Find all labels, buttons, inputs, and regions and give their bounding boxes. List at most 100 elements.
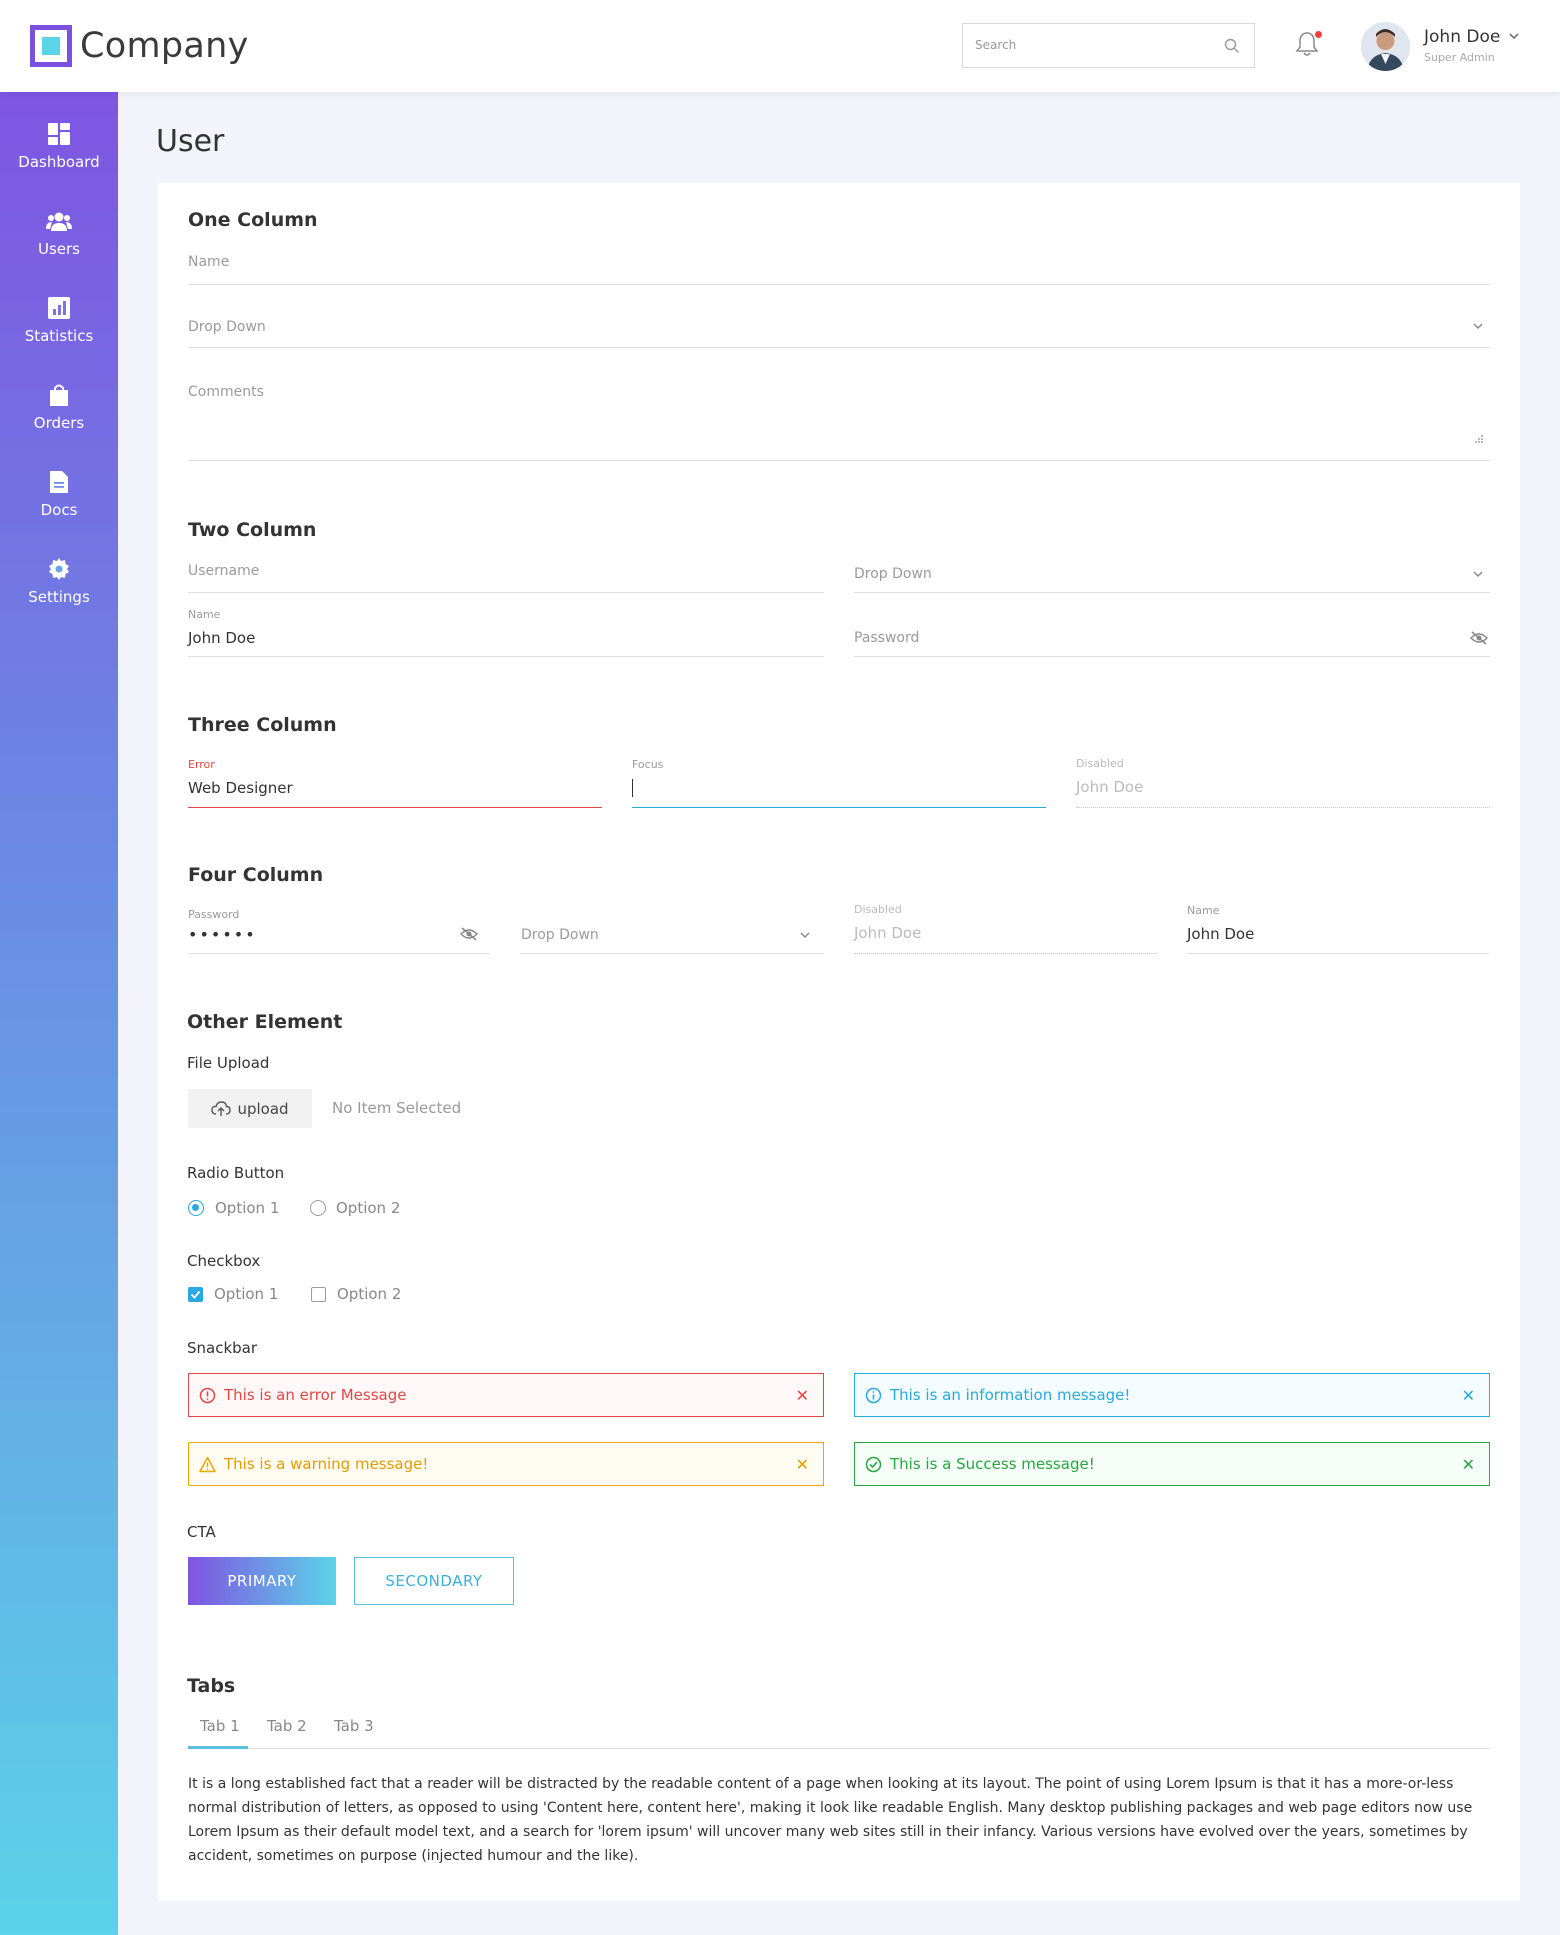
focus-label: Focus [632,758,664,771]
snackbar-info-message: This is an information message! [890,1386,1131,1404]
top-header: Company Search John Doe Super Admin [0,0,1560,92]
error-icon [199,1387,216,1403]
field-underline [188,284,1490,285]
checkbox-option-2[interactable] [311,1287,326,1302]
avatar[interactable] [1361,22,1410,71]
password-value: •••••• [188,925,257,944]
upload-button[interactable]: upload [188,1089,312,1128]
name-placeholder: Name [188,254,230,270]
close-icon[interactable]: ✕ [1462,1455,1475,1474]
secondary-button[interactable]: SECONDARY [354,1557,514,1605]
sidebar-item-label: Dashboard [18,153,100,171]
password-field[interactable]: Password •••••• [188,907,490,954]
user-name[interactable]: John Doe [1424,27,1500,47]
section-title-one-column: One Column [188,209,318,231]
field-underline [188,460,1490,461]
dropdown-placeholder: Drop Down [521,927,599,943]
tab-3[interactable]: Tab 3 [334,1717,374,1735]
sidebar-item-orders[interactable]: Orders [0,363,118,447]
close-icon[interactable]: ✕ [796,1386,809,1405]
close-icon[interactable]: ✕ [1462,1386,1475,1405]
settings-icon [49,558,69,580]
dropdown-field[interactable]: Drop Down [854,561,1490,593]
name-value: John Doe [188,629,256,647]
sidebar: Dashboard Users Statistics Orders Docs S… [0,92,118,1935]
search-icon[interactable] [1224,38,1240,54]
snackbar-success: This is a Success message! ✕ [854,1442,1490,1486]
radio-option-1[interactable] [188,1200,204,1216]
field-underline [188,592,824,593]
radio-option-2-label[interactable]: Option 2 [336,1199,400,1217]
password-field[interactable]: Password [854,626,1490,657]
name-field[interactable]: Name [188,250,1490,285]
disabled-value: John Doe [854,924,922,942]
tab-2[interactable]: Tab 2 [267,1717,307,1735]
sidebar-item-users[interactable]: Users [0,189,118,273]
tab-content: It is a long established fact that a rea… [188,1776,1473,1864]
dropdown-placeholder: Drop Down [188,319,266,335]
field-underline [188,953,490,954]
section-title-tabs: Tabs [187,1675,236,1697]
disabled-label: Disabled [1076,757,1124,770]
field-underline-focus [632,807,1046,808]
field-underline [1187,953,1489,954]
sidebar-item-statistics[interactable]: Statistics [0,276,118,360]
field-underline [521,953,823,954]
section-title-two-column: Two Column [188,519,317,541]
snackbar-error-message: This is an error Message [224,1386,407,1404]
sidebar-item-settings[interactable]: Settings [0,537,118,621]
snackbar-warning-message: This is a warning message! [224,1455,429,1473]
username-field[interactable]: Username [188,561,824,593]
notification-bell-icon[interactable] [1294,30,1322,62]
sidebar-item-dashboard[interactable]: Dashboard [0,102,118,186]
checkbox-label: Checkbox [187,1252,261,1270]
username-placeholder: Username [188,563,260,579]
brand-name: Company [80,26,249,66]
disabled-field: Disabled John Doe [854,903,1156,954]
radio-option-2[interactable] [310,1200,326,1216]
dropdown-field[interactable]: Drop Down [188,315,1490,348]
success-check-icon [865,1456,882,1472]
checkbox-option-2-label[interactable]: Option 2 [337,1285,401,1303]
disabled-value: John Doe [1076,778,1144,796]
snackbar-info: This is an information message! ✕ [854,1373,1490,1417]
search-input[interactable]: Search [962,23,1255,68]
info-icon [865,1387,882,1403]
comments-placeholder: Comments [188,384,264,400]
orders-icon [50,384,68,406]
upload-button-label: upload [237,1099,289,1118]
radio-button-label: Radio Button [187,1164,285,1182]
field-underline-disabled [854,953,1156,954]
field-underline [188,656,824,657]
name-field[interactable]: Name John Doe [1187,904,1489,954]
comments-textarea[interactable]: Comments [188,380,1490,461]
dropdown-field[interactable]: Drop Down [521,925,823,954]
docs-icon [50,471,68,493]
snackbar-warning: This is a warning message! ✕ [188,1442,824,1486]
user-role: Super Admin [1424,51,1495,64]
name-field[interactable]: Name John Doe [188,606,824,657]
eye-off-icon[interactable] [460,927,478,941]
name-label: Name [188,608,221,621]
no-item-selected: No Item Selected [332,1099,462,1117]
resize-handle-icon[interactable] [1474,434,1484,444]
section-title-four-column: Four Column [188,864,324,886]
chevron-down-icon[interactable] [1508,31,1520,41]
primary-button[interactable]: PRIMARY [188,1557,336,1605]
sidebar-item-label: Users [37,240,80,258]
sidebar-item-docs[interactable]: Docs [0,450,118,534]
checkbox-option-1-label[interactable]: Option 1 [214,1285,278,1303]
sidebar-item-label: Settings [28,588,90,606]
chevron-down-icon [1473,571,1483,577]
close-icon[interactable]: ✕ [796,1455,809,1474]
cloud-upload-icon [211,1100,232,1116]
checkbox-option-1[interactable] [188,1287,203,1302]
tab-1[interactable]: Tab 1 [200,1717,240,1735]
focus-field[interactable]: Focus [632,757,1046,808]
users-icon [46,212,72,231]
error-field[interactable]: Error Web Designer [188,757,602,808]
eye-off-icon[interactable] [1470,631,1488,645]
company-logo[interactable]: Company [30,25,249,67]
search-placeholder: Search [975,38,1017,52]
radio-option-1-label[interactable]: Option 1 [215,1199,279,1217]
